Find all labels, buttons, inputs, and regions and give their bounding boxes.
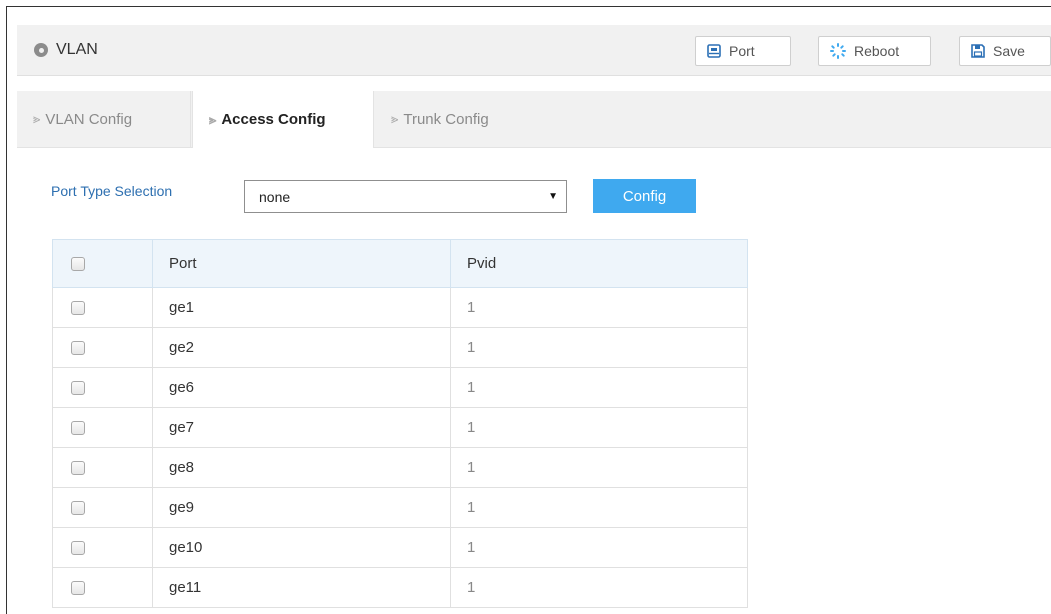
pvid-cell: 1 — [450, 367, 748, 408]
pvid-cell: 1 — [450, 527, 748, 568]
chevron-right-icon: ⪢ — [33, 111, 41, 126]
port-icon — [707, 44, 721, 58]
pvid-cell: 1 — [450, 447, 748, 488]
row-checkbox[interactable] — [71, 421, 85, 436]
table-row: ge9 1 — [52, 487, 748, 528]
tab-trunk-config[interactable]: ⪢ Trunk Config — [375, 91, 555, 147]
row-checkbox[interactable] — [71, 581, 85, 596]
dropdown-arrow-icon: ▼ — [548, 191, 558, 202]
tab-label: Access Config — [221, 111, 326, 128]
app-frame: VLAN Port Reboot Save ⪢ VLAN Config ⪢ Ac… — [6, 6, 1051, 614]
row-checkbox[interactable] — [71, 341, 85, 356]
row-checkbox[interactable] — [71, 541, 85, 556]
chevron-right-icon: ⪢ — [209, 111, 217, 127]
port-type-selection-label: Port Type Selection — [51, 183, 173, 199]
table-row: ge7 1 — [52, 407, 748, 448]
table-row: ge10 1 — [52, 527, 748, 568]
config-button[interactable]: Config — [593, 179, 696, 213]
tab-bar: ⪢ VLAN Config ⪢ Access Config ⪢ Trunk Co… — [17, 91, 1051, 148]
tab-label: VLAN Config — [45, 110, 133, 128]
save-floppy-icon — [971, 44, 985, 58]
select-all-checkbox[interactable] — [71, 257, 85, 272]
page-title-text: VLAN — [56, 41, 98, 58]
port-button[interactable]: Port — [695, 36, 791, 66]
port-cell: ge6 — [152, 367, 451, 408]
pvid-cell: 1 — [450, 327, 748, 368]
row-check-cell — [52, 327, 153, 368]
location-dot-icon — [34, 43, 48, 57]
port-cell: ge9 — [152, 487, 451, 528]
chevron-right-icon: ⪢ — [391, 111, 399, 126]
pvid-cell: 1 — [450, 287, 748, 328]
port-cell: ge8 — [152, 447, 451, 488]
row-check-cell — [52, 487, 153, 528]
select-all-cell — [52, 239, 153, 288]
pvid-cell: 1 — [450, 567, 748, 608]
row-checkbox[interactable] — [71, 301, 85, 316]
table-row: ge11 1 — [52, 567, 748, 608]
column-header-port: Port — [152, 239, 451, 288]
port-button-label: Port — [729, 43, 755, 59]
port-table: Port Pvid ge1 1 ge2 1 ge6 1 ge7 1 ge8 1 … — [52, 239, 748, 608]
row-check-cell — [52, 407, 153, 448]
row-check-cell — [52, 367, 153, 408]
port-cell: ge1 — [152, 287, 451, 328]
table-header-row: Port Pvid — [52, 239, 748, 288]
tab-label: Trunk Config — [403, 110, 489, 128]
table-row: ge2 1 — [52, 327, 748, 368]
port-cell: ge10 — [152, 527, 451, 568]
save-button-label: Save — [993, 43, 1025, 59]
table-row: ge6 1 — [52, 367, 748, 408]
port-cell: ge7 — [152, 407, 451, 448]
save-button[interactable]: Save — [959, 36, 1051, 66]
page-header: VLAN Port Reboot Save — [17, 25, 1051, 76]
row-checkbox[interactable] — [71, 501, 85, 516]
column-header-pvid: Pvid — [450, 239, 748, 288]
port-type-select-value: none — [259, 188, 291, 205]
pvid-cell: 1 — [450, 407, 748, 448]
tab-access-config[interactable]: ⪢ Access Config — [192, 91, 374, 148]
reboot-spinner-icon — [830, 43, 846, 59]
port-cell: ge11 — [152, 567, 451, 608]
row-check-cell — [52, 287, 153, 328]
table-row: ge1 1 — [52, 287, 748, 328]
row-check-cell — [52, 567, 153, 608]
tab-vlan-config[interactable]: ⪢ VLAN Config — [17, 91, 191, 147]
page-title: VLAN — [34, 25, 98, 75]
row-checkbox[interactable] — [71, 381, 85, 396]
pvid-cell: 1 — [450, 487, 748, 528]
reboot-button[interactable]: Reboot — [818, 36, 931, 66]
port-cell: ge2 — [152, 327, 451, 368]
row-check-cell — [52, 447, 153, 488]
reboot-button-label: Reboot — [854, 43, 900, 59]
row-check-cell — [52, 527, 153, 568]
port-type-select[interactable]: none ▼ — [244, 180, 567, 213]
row-checkbox[interactable] — [71, 461, 85, 476]
table-row: ge8 1 — [52, 447, 748, 488]
